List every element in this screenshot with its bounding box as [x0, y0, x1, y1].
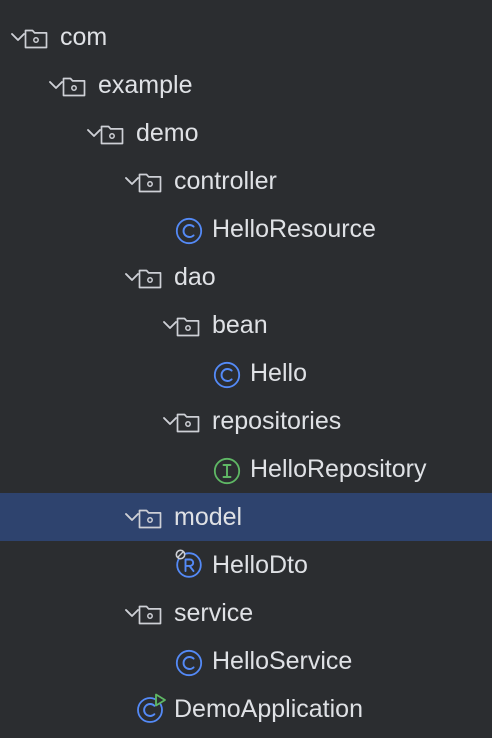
spring-boot-class-icon: [136, 693, 166, 723]
tree-node-label: DemoApplication: [174, 695, 363, 723]
class-icon: [175, 217, 203, 245]
folder-icon: [137, 505, 163, 531]
tree-node-label: repositories: [212, 407, 342, 435]
tree-node-helloresource[interactable]: HelloResource: [0, 205, 492, 253]
folder-icon: [175, 409, 201, 435]
tree-node-label: example: [98, 71, 193, 99]
interface-icon: [213, 457, 241, 485]
tree-node-label: demo: [136, 119, 199, 147]
tree-node-label: com: [60, 23, 108, 51]
tree-node-example[interactable]: example: [0, 61, 492, 109]
tree-node-hellodto[interactable]: HelloDto: [0, 541, 492, 589]
tree-node-service[interactable]: service: [0, 589, 492, 637]
folder-icon: [23, 25, 49, 51]
folder-icon: [61, 73, 87, 99]
tree-node-label: service: [174, 599, 254, 627]
folder-icon: [99, 121, 125, 147]
tree-node-demo[interactable]: demo: [0, 109, 492, 157]
tree-node-dao[interactable]: dao: [0, 253, 492, 301]
tree-node-label: controller: [174, 167, 277, 195]
tree-node-repositories[interactable]: repositories: [0, 397, 492, 445]
tree-node-helloservice[interactable]: HelloService: [0, 637, 492, 685]
tree-node-label: HelloService: [212, 647, 353, 675]
class-icon: [213, 361, 241, 389]
tree-node-bean[interactable]: bean: [0, 301, 492, 349]
tree-node-label: dao: [174, 263, 216, 291]
tree-node-com[interactable]: com: [0, 13, 492, 61]
project-tree: com example demo controller HelloResourc…: [0, 0, 492, 738]
tree-node-label: HelloResource: [212, 215, 376, 243]
tree-node-label: bean: [212, 311, 268, 339]
folder-icon: [137, 601, 163, 627]
tree-node-hellorepository[interactable]: HelloRepository: [0, 445, 492, 493]
folder-icon: [137, 265, 163, 291]
folder-icon: [175, 313, 201, 339]
tree-node-label: HelloRepository: [250, 455, 427, 483]
tree-node-label: HelloDto: [212, 551, 308, 579]
record-icon: [175, 549, 202, 578]
class-icon: [175, 649, 203, 677]
tree-node-controller[interactable]: controller: [0, 157, 492, 205]
tree-node-model[interactable]: model: [0, 493, 492, 541]
tree-node-demoapplication[interactable]: DemoApplication: [0, 685, 492, 733]
folder-icon: [137, 169, 163, 195]
tree-node-label: model: [174, 503, 243, 531]
tree-node-hello[interactable]: Hello: [0, 349, 492, 397]
tree-node-label: Hello: [250, 359, 307, 387]
